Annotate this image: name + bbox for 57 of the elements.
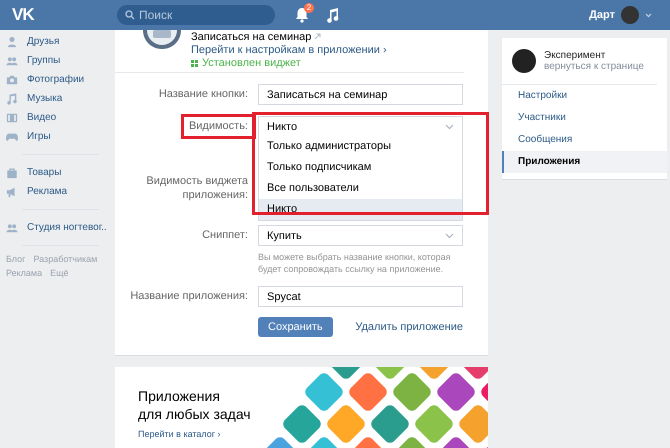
logo[interactable]: VK	[12, 5, 34, 24]
menu-item[interactable]: Настройки	[502, 85, 667, 107]
app-icon	[143, 30, 181, 50]
search-field[interactable]: Поиск	[117, 5, 275, 25]
settings-link[interactable]: Перейти к настройкам в приложении ›	[191, 44, 387, 57]
community-avatar[interactable]	[512, 49, 536, 73]
music-note-icon[interactable]	[327, 8, 339, 22]
sidebar-item[interactable]: Музыка	[27, 93, 62, 104]
chevron-down-icon	[445, 124, 454, 130]
field-label: Сниппет:	[201, 228, 249, 243]
select-field[interactable]: Купить	[258, 225, 463, 246]
notification-badge: 2	[304, 3, 314, 13]
sidebar-item[interactable]: Фотографии	[27, 74, 84, 85]
people-icon	[6, 54, 18, 66]
sidebar-item[interactable]: Группы	[27, 55, 60, 66]
dropdown-option[interactable]: Только администраторы	[259, 136, 462, 157]
delete-app-link[interactable]: Удалить приложение	[355, 321, 463, 333]
back-link[interactable]: вернуться к странице	[544, 61, 644, 72]
hint-text: Вы можете выбрать название кнопки, которая будет сопровождать ссылку на приложение.	[258, 251, 452, 275]
sidebar-item[interactable]: Друзья	[27, 36, 60, 47]
sidebar-item[interactable]: Реклама	[27, 186, 68, 197]
sidebar-item[interactable]: Товары	[27, 167, 62, 178]
promo-title: Приложения для любых задач	[138, 387, 252, 423]
field-label: Видимость:	[186, 116, 250, 137]
text-field[interactable]: Spycat	[258, 286, 463, 307]
dropdown-option[interactable]: Все пользователи	[259, 178, 462, 199]
sidebar-item[interactable]: Видео	[27, 112, 56, 123]
dropdown-option[interactable]: Только подписчикам	[259, 157, 462, 178]
menu-item[interactable]: Сообщения	[502, 129, 667, 151]
bag-icon	[6, 166, 18, 178]
user-name[interactable]: Дарт	[589, 9, 615, 21]
chevron-down-icon	[445, 232, 454, 238]
note-icon	[6, 92, 18, 104]
video-icon	[6, 112, 18, 124]
caret-icon[interactable]	[645, 12, 652, 18]
widget-status: Установлен виджет	[202, 57, 301, 70]
gamepad-icon	[6, 130, 18, 142]
field-label: Название приложения:	[129, 289, 249, 304]
menu-item[interactable]: Приложения	[502, 151, 667, 173]
menu-item[interactable]: Участники	[502, 107, 667, 129]
people-icon	[6, 222, 18, 234]
avatar[interactable]	[621, 6, 639, 24]
camera-icon	[6, 74, 18, 86]
external-link-icon	[314, 33, 322, 40]
bell-icon[interactable]	[295, 7, 309, 23]
text-field[interactable]: Записаться на семинар	[258, 84, 463, 105]
save-button[interactable]: Сохранить	[258, 317, 333, 337]
sidebar-item[interactable]: Студия ногтевог..	[27, 222, 107, 233]
field-label: Видимость виджета приложения:	[145, 174, 249, 203]
community-name[interactable]: Эксперимент	[544, 50, 644, 61]
field-label: Название кнопки:	[158, 87, 249, 102]
person-icon	[6, 36, 18, 48]
sidebar-item[interactable]: Игры	[27, 131, 51, 142]
search-icon	[125, 10, 135, 20]
widget-icon	[191, 60, 198, 67]
button-title: Записаться на семинар	[191, 31, 387, 44]
catalog-link[interactable]: Перейти в каталог ›	[138, 429, 221, 439]
